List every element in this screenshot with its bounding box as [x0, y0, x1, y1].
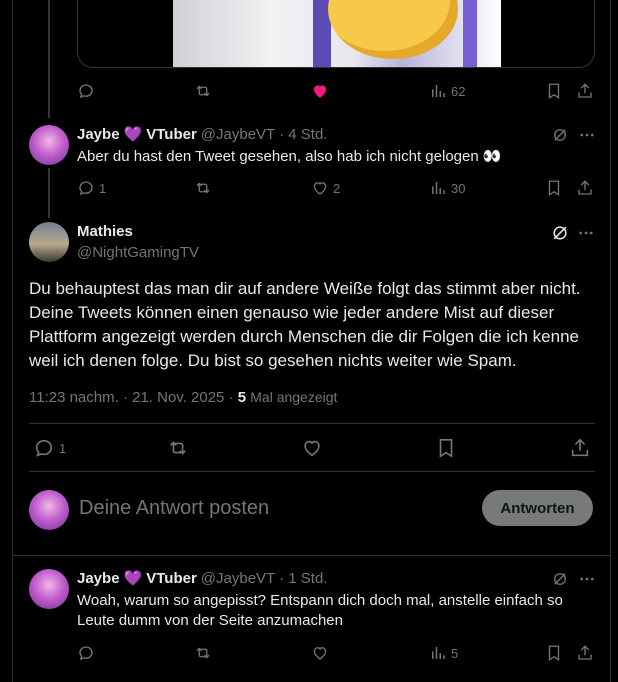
- tweet-actions: 1 2 30: [77, 179, 597, 199]
- avatar[interactable]: [29, 125, 69, 165]
- tweet-actions: 62: [77, 82, 597, 102]
- author-name[interactable]: Mathies: [77, 223, 133, 240]
- like-icon[interactable]: [301, 437, 323, 459]
- tweet-text: Woah, warum so angepisst? Entspann dich …: [77, 592, 563, 629]
- divider: [29, 471, 595, 472]
- share-icon[interactable]: [576, 179, 594, 197]
- author-name[interactable]: Jaybe: [77, 126, 120, 143]
- bookmark-icon[interactable]: [545, 644, 563, 662]
- views-stat[interactable]: 62: [429, 82, 465, 100]
- like-icon[interactable]: [311, 644, 329, 662]
- reply-button[interactable]: Antworten: [482, 490, 593, 526]
- bookmark-icon[interactable]: [545, 82, 563, 100]
- view-label: Mal angezeigt: [250, 389, 338, 405]
- column-border-left: [12, 0, 13, 682]
- like-stat[interactable]: 2: [311, 179, 340, 197]
- like-count: 2: [333, 180, 341, 196]
- reply-count: 1: [59, 440, 67, 456]
- author-suffix[interactable]: VTuber: [146, 570, 197, 587]
- main-tweet-text: Du behauptest das man dir auf andere Wei…: [29, 279, 581, 370]
- share-icon[interactable]: [576, 82, 594, 100]
- reply-stat[interactable]: 1: [77, 179, 106, 197]
- divider: [29, 423, 595, 424]
- like-icon-liked[interactable]: [311, 82, 329, 100]
- views-icon: [429, 82, 447, 100]
- tweet-text: Aber du hast den Tweet gesehen, also hab…: [77, 148, 502, 165]
- tweet-header: Jaybe 💜 VTuber @JaybeVT · 4 Std.: [77, 125, 328, 144]
- share-icon[interactable]: [576, 644, 594, 662]
- media-image: [173, 0, 501, 67]
- grok-icon[interactable]: [551, 570, 569, 588]
- timestamp[interactable]: 11:23 nachm. · 21. Nov. 2025 ·: [29, 389, 238, 406]
- tweet-meta: 11:23 nachm. · 21. Nov. 2025 · 5 Mal ang…: [29, 389, 337, 406]
- views-icon: [429, 179, 447, 197]
- views-stat[interactable]: 5: [429, 644, 458, 662]
- author-suffix[interactable]: VTuber: [146, 126, 197, 143]
- author-handle[interactable]: @NightGamingTV: [77, 244, 199, 261]
- composer-avatar[interactable]: [29, 490, 69, 530]
- view-count: 5: [237, 389, 247, 406]
- handle-time[interactable]: @JaybeVT · 1 Std.: [201, 570, 328, 587]
- emoji-sticker: [328, 0, 458, 59]
- tweet-actions: 5: [77, 644, 597, 664]
- heart-emoji: 💜: [123, 126, 143, 143]
- grok-icon[interactable]: [550, 223, 570, 243]
- main-tweet-actions: 1: [33, 437, 593, 461]
- views-count: 62: [451, 83, 466, 99]
- more-icon[interactable]: [578, 570, 596, 588]
- share-icon[interactable]: [569, 437, 591, 459]
- views-icon: [429, 644, 447, 662]
- views-count: 30: [451, 180, 466, 196]
- grok-icon[interactable]: [551, 126, 569, 144]
- tweet-header: Jaybe 💜 VTuber @JaybeVT · 1 Std.: [77, 569, 328, 588]
- reply-stat[interactable]: 1: [33, 437, 66, 459]
- author-name[interactable]: Jaybe: [77, 570, 120, 587]
- reply-icon[interactable]: [77, 82, 95, 100]
- media-preview[interactable]: [77, 0, 595, 68]
- reply-count: 1: [99, 180, 107, 196]
- repost-icon[interactable]: [193, 644, 213, 662]
- repost-icon[interactable]: [166, 437, 190, 459]
- divider: [12, 555, 611, 556]
- thread-line: [48, 0, 50, 118]
- reply-input[interactable]: Deine Antwort posten: [79, 497, 269, 520]
- avatar[interactable]: [29, 222, 69, 262]
- more-icon[interactable]: [577, 224, 595, 242]
- repost-icon[interactable]: [193, 179, 213, 197]
- heart-emoji: 💜: [123, 570, 143, 587]
- reply-icon: [33, 437, 55, 459]
- repost-icon[interactable]: [193, 82, 213, 100]
- bookmark-icon[interactable]: [545, 179, 563, 197]
- column-border-right: [610, 0, 611, 682]
- views-stat[interactable]: 30: [429, 179, 465, 197]
- reply-icon: [77, 179, 95, 197]
- more-icon[interactable]: [578, 126, 596, 144]
- reply-icon[interactable]: [77, 644, 95, 662]
- like-icon: [311, 179, 329, 197]
- thread-line: [48, 168, 50, 218]
- handle-time[interactable]: @JaybeVT · 4 Std.: [201, 126, 328, 143]
- bookmark-icon[interactable]: [435, 437, 457, 459]
- avatar[interactable]: [29, 569, 69, 609]
- views-count: 5: [451, 645, 459, 661]
